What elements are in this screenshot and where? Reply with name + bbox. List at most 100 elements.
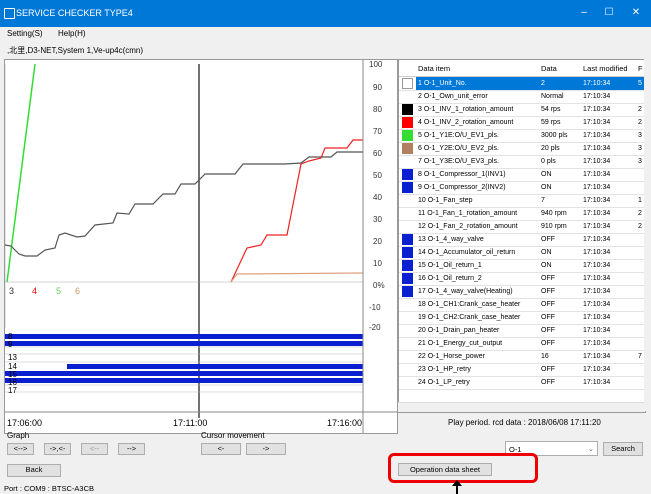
series-marker: 6 — [75, 286, 81, 296]
table-vertical-scrollbar[interactable] — [644, 59, 651, 411]
table-cell-item: 17 O-1_4_way_valve(Heating) — [418, 288, 513, 295]
table-row[interactable]: 7 O-1_Y3E:O/U_EV3_pls. 0 pls 17:10:34 3 — [399, 155, 645, 169]
system-info: ,北里,D3-NET,System 1,Ve-up4c(cmn) — [7, 46, 144, 55]
table-cell-time: 17:10:34 — [583, 340, 611, 347]
header-f[interactable]: F — [638, 64, 643, 73]
table-cell-data: OFF — [541, 236, 555, 243]
header-last-modified[interactable]: Last modified — [583, 64, 628, 73]
table-cell-item: 19 O-1_CH2:Crank_case_heater — [418, 314, 521, 321]
series-marker: 4 — [32, 286, 38, 296]
series-marker: 3 — [9, 286, 15, 296]
table-row[interactable]: 21 O-1_Energy_cut_output OFF 17:10:34 — [399, 337, 645, 351]
table-row[interactable]: 18 O-1_CH1:Crank_case_heater OFF 17:10:34 — [399, 298, 645, 312]
maximize-button[interactable]: ☐ — [598, 5, 620, 21]
table-cell-data: OFF — [541, 314, 555, 321]
color-swatch[interactable] — [402, 78, 413, 89]
table-cell-time: 17:10:34 — [583, 171, 611, 178]
menu-setting[interactable]: Setting(S) — [7, 29, 43, 38]
back-button[interactable]: Back — [7, 464, 61, 477]
color-swatch[interactable] — [402, 182, 413, 193]
graph-scroll-left-button[interactable]: <-- — [81, 443, 108, 455]
table-row[interactable]: 16 O-1_Oil_return_2 OFF 17:10:34 — [399, 272, 645, 286]
table-row[interactable]: 9 O-1_Compressor_2(INV2) ON 17:10:34 — [399, 181, 645, 195]
y-tick: 70 — [373, 127, 382, 136]
y-tick: 20 — [373, 237, 382, 246]
table-cell-time: 17:10:34 — [583, 184, 611, 191]
table-row[interactable]: 20 O-1_Drain_pan_heater OFF 17:10:34 — [399, 324, 645, 338]
table-cell-time: 17:10:34 — [583, 288, 611, 295]
table-cell-time: 17:10:34 — [583, 379, 611, 386]
table-row[interactable]: 12 O-1_Fan_2_rotation_amount 910 rpm 17:10… — [399, 220, 645, 234]
chevron-down-icon: ⌄ — [587, 444, 594, 453]
graph-shrink-button[interactable]: ->,<- — [44, 443, 71, 455]
table-row[interactable]: 24 O-1_LP_retry OFF 17:10:34 — [399, 376, 645, 390]
table-cell-item: 5 O-1_Y1E:O/U_EV1_pls. — [418, 132, 499, 139]
table-row[interactable]: 11 O-1_Fan_1_rotation_amount 940 rpm 17:10… — [399, 207, 645, 221]
table-cell-time: 17:10:34 — [583, 366, 611, 373]
table-row[interactable]: 15 O-1_Oil_return_1 ON 17:10:34 — [399, 259, 645, 273]
table-row[interactable]: 19 O-1_CH2:Crank_case_heater OFF 17:10:34 — [399, 311, 645, 325]
color-swatch[interactable] — [402, 234, 413, 245]
color-swatch[interactable] — [402, 117, 413, 128]
y-tick: 80 — [373, 105, 382, 114]
table-row[interactable]: 13 O-1_4_way_valve OFF 17:10:34 — [399, 233, 645, 247]
table-row[interactable]: 23 O-1_HP_retry OFF 17:10:34 — [399, 363, 645, 377]
table-row[interactable]: 4 O-1_INV_2_rotation_amount 59 rps 17:10:3… — [399, 116, 645, 130]
table-cell-data: 16 — [541, 353, 549, 360]
color-swatch[interactable] — [402, 273, 413, 284]
color-swatch[interactable] — [402, 104, 413, 115]
table-row[interactable]: 22 O-1_Horse_power 16 17:10:34 7 — [399, 350, 645, 364]
table-row[interactable]: 5 O-1_Y1E:O/U_EV1_pls. 3000 pls 17:10:34 3 — [399, 129, 645, 143]
table-row[interactable]: 1 O-1_Unit_No. 2 17:10:34 5 — [399, 77, 645, 91]
table-row[interactable]: 10 O-1_Fan_step 7 17:10:34 1 — [399, 194, 645, 208]
color-swatch[interactable] — [402, 130, 413, 141]
table-row[interactable]: 2 O-1_Own_unit_error Normal 17:10:34 — [399, 90, 645, 104]
header-data[interactable]: Data — [541, 64, 557, 73]
table-row[interactable]: 3 O-1_INV_1_rotation_amount 54 rps 17:10:3… — [399, 103, 645, 117]
table-cell-time: 17:10:34 — [581, 77, 637, 90]
table-cell-item: 23 O-1_HP_retry — [418, 366, 471, 373]
table-cell-data: 940 rpm — [541, 210, 567, 217]
table-cell-data: OFF — [541, 275, 555, 282]
graph-expand-button[interactable]: <--> — [7, 443, 34, 455]
port-status: Port : COM9 : BTSC-A3CB — [4, 484, 95, 493]
search-button[interactable]: Search — [603, 442, 643, 456]
table-cell-time: 17:10:34 — [583, 314, 611, 321]
table-cell-item: 2 O-1_Own_unit_error — [418, 93, 488, 100]
cursor-left-button[interactable]: <- — [201, 443, 241, 455]
graph-scroll-right-button[interactable]: --> — [118, 443, 145, 455]
title-bar: SERVICE CHECKER TYPE4 – ☐ ✕ — [0, 0, 651, 27]
table-cell-time: 17:10:34 — [583, 249, 611, 256]
color-swatch[interactable] — [402, 286, 413, 297]
red-highlight-box — [388, 453, 538, 483]
table-cell-item: 14 O-1_Accumulator_oil_return — [418, 249, 516, 256]
table-horizontal-scrollbar[interactable] — [398, 402, 644, 412]
table-cell-time: 17:10:34 — [583, 275, 611, 282]
color-swatch[interactable] — [402, 143, 413, 154]
table-row[interactable]: 8 O-1_Compressor_1(INV1) ON 17:10:34 — [399, 168, 645, 182]
table-cell-data: 3000 pls — [541, 132, 568, 139]
table-row[interactable]: 14 O-1_Accumulator_oil_return ON 17:10:34 — [399, 246, 645, 260]
minimize-button[interactable]: – — [573, 5, 595, 21]
close-button[interactable]: ✕ — [625, 5, 647, 21]
time-label: 17:06:00 — [7, 418, 43, 428]
table-cell-time: 17:10:34 — [583, 145, 611, 152]
bar-label: 13 — [8, 353, 17, 362]
y-tick: 10 — [373, 259, 382, 268]
table-cell-data: 2 — [539, 77, 582, 90]
header-data-item[interactable]: Data item — [418, 64, 450, 73]
table-cell-item: 11 O-1_Fan_1_rotation_amount — [418, 210, 518, 217]
table-cell-time: 17:10:34 — [583, 236, 611, 243]
table-cell-time: 17:10:34 — [583, 119, 611, 126]
table-cell-item: 8 O-1_Compressor_1(INV1) — [418, 171, 506, 178]
trend-graph-svg — [5, 60, 397, 433]
play-period-text: Play period. rcd data : 2018/06/08 17:11… — [448, 418, 601, 427]
color-swatch[interactable] — [402, 260, 413, 271]
cursor-right-button[interactable]: -> — [246, 443, 286, 455]
color-swatch[interactable] — [402, 247, 413, 258]
color-swatch[interactable] — [402, 169, 413, 180]
trend-graph[interactable]: 100 90 80 70 60 50 40 30 20 10 0% -10 -2… — [4, 59, 398, 434]
table-row[interactable]: 6 O-1_Y2E:O/U_EV2_pls. 20 pls 17:10:34 3 — [399, 142, 645, 156]
menu-help[interactable]: Help(H) — [58, 29, 86, 38]
table-row[interactable]: 17 O-1_4_way_valve(Heating) OFF 17:10:34 — [399, 285, 645, 299]
